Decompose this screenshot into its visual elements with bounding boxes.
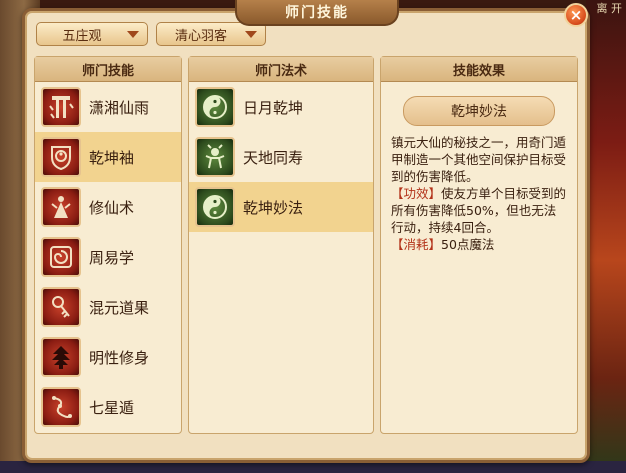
school-skill-label: 周易学	[89, 248, 135, 267]
school-skill-item[interactable]: 混元道果	[35, 282, 181, 332]
effect-description-block: 镇元大仙的秘技之一，用奇门遁甲制造一个其他空间保护目标受到的伤害降低。 【功效】…	[391, 134, 567, 253]
spell-label: 天地同寿	[243, 148, 304, 167]
background-right-scenery	[586, 0, 626, 473]
school-skill-item[interactable]: 潇湘仙雨	[35, 82, 181, 132]
effect-function-line: 【功效】使友方单个目标受到的所有伤害降低50%，但也无法行动，持续4回合。	[391, 185, 567, 236]
school-skill-item[interactable]: 明性修身	[35, 332, 181, 382]
school-skills-panel: 师门技能 潇湘仙雨 乾坤袖 修仙术 周易学 混元道果 明性修身 七星遁	[34, 56, 182, 434]
school-skill-label: 明性修身	[89, 348, 150, 367]
school-skill-item[interactable]: 七星遁	[35, 382, 181, 432]
effect-cost-text: 50点魔法	[441, 237, 495, 252]
spell-label: 日月乾坤	[243, 98, 304, 117]
spell-item[interactable]: 天地同寿	[189, 132, 373, 182]
spell-item-selected[interactable]: 乾坤妙法	[189, 182, 373, 232]
immortal-figure-icon	[41, 187, 81, 227]
chevron-down-icon	[245, 30, 257, 38]
school-skill-label: 修仙术	[89, 198, 135, 217]
yin-yang-icon	[195, 187, 235, 227]
school-spells-panel: 师门法术 日月乾坤 天地同寿 乾坤妙法	[188, 56, 374, 434]
dialog-title: 师门技能	[235, 0, 399, 26]
effect-function-label: 【功效】	[391, 186, 442, 201]
orb-key-icon	[41, 287, 81, 327]
sub-school-dropdown-value: 清心羽客	[174, 28, 227, 44]
school-dropdown[interactable]: 五庄观	[36, 22, 148, 46]
spell-label: 乾坤妙法	[243, 198, 304, 217]
school-skill-item[interactable]: 修仙术	[35, 182, 181, 232]
yin-yang-icon	[195, 87, 235, 127]
creature-icon	[195, 137, 235, 177]
chevron-down-icon	[127, 30, 139, 38]
seven-stars-icon	[41, 387, 81, 427]
background-leave-text: 离 开	[596, 2, 623, 15]
tree-icon	[41, 337, 81, 377]
rain-pillar-icon	[41, 87, 81, 127]
school-skill-label: 混元道果	[89, 298, 150, 317]
school-skill-label: 乾坤袖	[89, 148, 135, 167]
skill-effect-panel: 技能效果 乾坤妙法 镇元大仙的秘技之一，用奇门遁甲制造一个其他空间保护目标受到的…	[380, 56, 578, 434]
yin-yang-shield-icon	[41, 137, 81, 177]
swirl-seal-icon	[41, 237, 81, 277]
effect-title: 乾坤妙法	[403, 96, 555, 126]
skill-effect-header: 技能效果	[381, 57, 577, 82]
school-skill-label: 潇湘仙雨	[89, 98, 150, 117]
school-dropdown-value: 五庄观	[62, 28, 102, 44]
school-skill-item-selected[interactable]: 乾坤袖	[35, 132, 181, 182]
effect-cost-line: 【消耗】50点魔法	[391, 236, 567, 253]
school-skills-header: 师门技能	[35, 57, 181, 82]
close-button[interactable]: ×	[564, 3, 588, 27]
effect-description: 镇元大仙的秘技之一，用奇门遁甲制造一个其他空间保护目标受到的伤害降低。	[391, 135, 567, 184]
school-skill-label: 七星遁	[89, 398, 135, 417]
spell-item[interactable]: 日月乾坤	[189, 82, 373, 132]
effect-cost-label: 【消耗】	[391, 237, 442, 252]
school-skill-item[interactable]: 周易学	[35, 232, 181, 282]
school-spells-header: 师门法术	[189, 57, 373, 82]
